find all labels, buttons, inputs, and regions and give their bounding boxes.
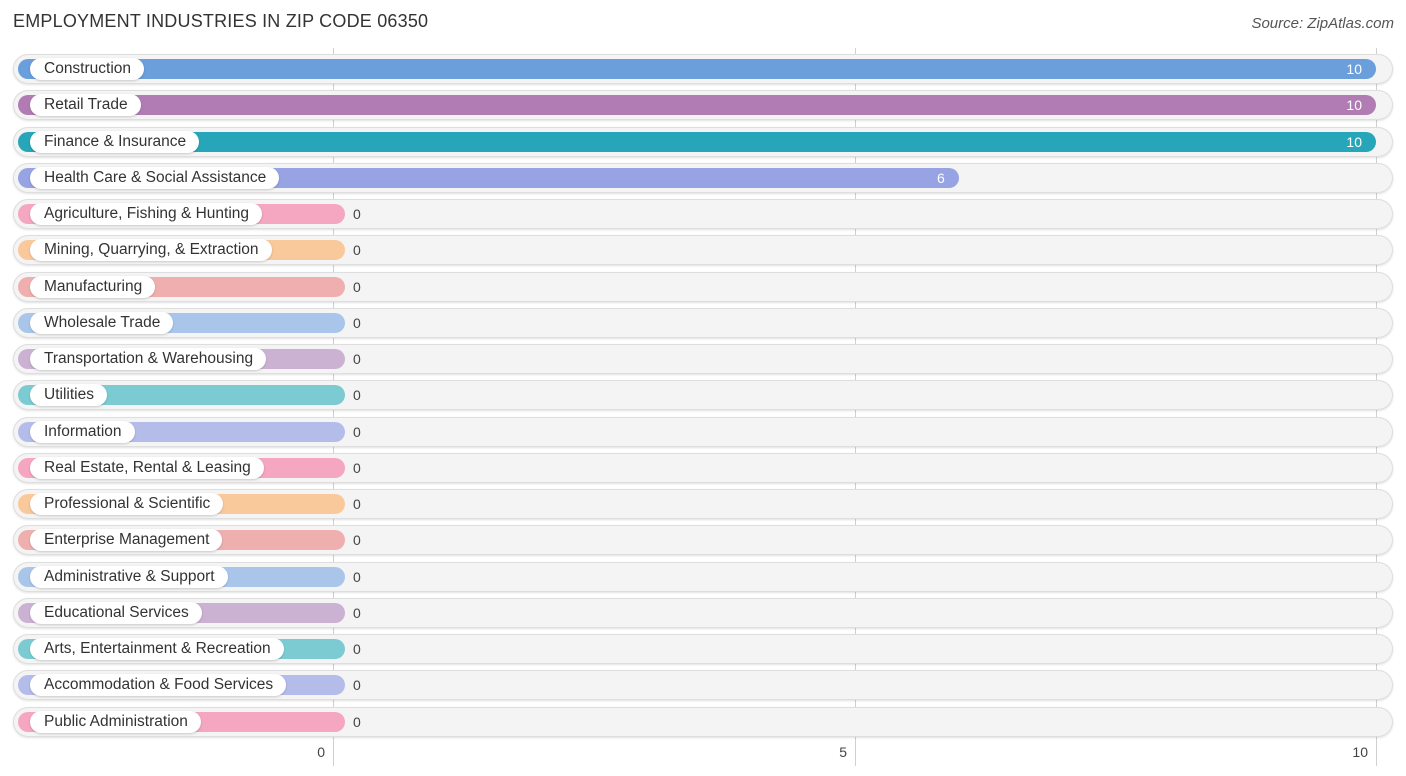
bar[interactable] (18, 59, 1376, 79)
x-tick-label: 0 (317, 744, 325, 760)
category-label: Administrative & Support (30, 565, 228, 588)
category-label: Public Administration (30, 710, 201, 733)
value-label: 0 (353, 351, 361, 367)
x-tick-label: 10 (1352, 744, 1368, 760)
category-label: Wholesale Trade (30, 311, 174, 334)
category-label: Enterprise Management (30, 529, 223, 552)
x-tick-label: 5 (839, 744, 847, 760)
category-label: Educational Services (30, 601, 202, 624)
value-label: 10 (1346, 133, 1362, 150)
category-label: Mining, Quarrying, & Extraction (30, 239, 272, 262)
value-label: 0 (353, 568, 361, 585)
value-label: 0 (353, 713, 361, 730)
value-label: 0 (353, 314, 361, 331)
bar[interactable] (18, 95, 1376, 116)
value-label: 0 (353, 206, 361, 222)
category-label: Professional & Scientific (30, 493, 224, 515)
value-label: 0 (353, 604, 361, 621)
category-label: Utilities (30, 384, 107, 407)
category-label: Health Care & Social Assistance (30, 166, 280, 189)
category-label: Accommodation & Food Services (30, 674, 287, 697)
value-label: 0 (353, 496, 361, 512)
category-label: Agriculture, Fishing & Hunting (30, 203, 263, 225)
category-label: Construction (30, 58, 145, 80)
category-label: Manufacturing (30, 275, 156, 298)
value-label: 0 (353, 278, 361, 295)
category-label: Real Estate, Rental & Leasing (30, 456, 264, 479)
value-label: 0 (353, 242, 361, 259)
bar[interactable] (18, 131, 1376, 152)
value-label: 10 (1346, 61, 1362, 77)
category-label: Finance & Insurance (30, 130, 200, 153)
value-label: 0 (353, 532, 361, 549)
category-label: Transportation & Warehousing (30, 348, 267, 370)
value-label: 0 (353, 641, 361, 657)
value-label: 10 (1346, 97, 1362, 114)
value-label: 6 (937, 169, 945, 186)
value-label: 0 (353, 387, 361, 404)
value-label: 0 (353, 423, 361, 440)
value-label: 0 (353, 677, 361, 694)
category-label: Retail Trade (30, 94, 141, 117)
category-label: Information (30, 420, 135, 443)
category-label: Arts, Entertainment & Recreation (30, 638, 284, 660)
value-label: 0 (353, 459, 361, 476)
bar-chart: Construction 10 Retail Trade 10 Finance & In… (0, 0, 1406, 776)
